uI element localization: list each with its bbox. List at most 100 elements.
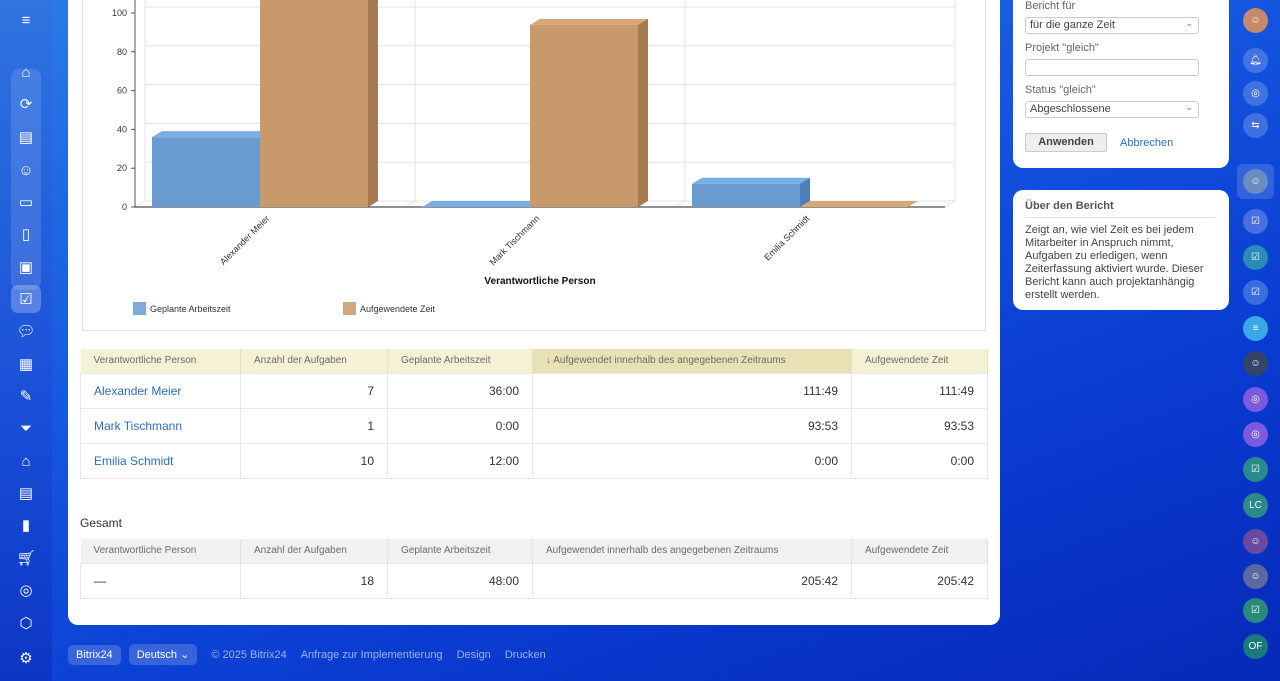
apply-button[interactable]: Anwenden: [1025, 133, 1107, 152]
user-avatar[interactable]: ☺: [1243, 8, 1268, 33]
y-tick-label: 100: [112, 8, 127, 18]
total-title: Gesamt: [80, 516, 123, 530]
contacts-icon[interactable]: ☺: [13, 157, 39, 183]
task-chat-icon[interactable]: ☑: [1243, 457, 1268, 482]
cart-icon[interactable]: 🛒︎: [13, 545, 39, 571]
col-header-person: Verantwortliche Person: [80, 539, 241, 563]
task-chat-icon[interactable]: ☑: [1243, 209, 1268, 234]
report-for-value: für die ganze Zeit: [1030, 19, 1115, 31]
bar-top-0: [692, 177, 810, 184]
home-icon[interactable]: ⌂: [13, 59, 39, 85]
docs-icon[interactable]: ▯: [13, 221, 39, 247]
total-count: 18: [240, 562, 388, 599]
col-header-spent-period[interactable]: ↓ Aufgewendet innerhalb des angegebenen …: [532, 349, 852, 373]
card-icon[interactable]: ▤: [13, 480, 39, 506]
settings-icon[interactable]: ⚙: [13, 645, 39, 671]
cell-spent: 93:53: [851, 407, 988, 444]
col-header-spent[interactable]: Aufgewendete Zeit: [851, 349, 988, 373]
analytics-icon[interactable]: ▮: [13, 512, 39, 538]
sign-icon[interactable]: ✎: [13, 383, 39, 409]
x-axis-title: Verantwortliche Person: [484, 276, 595, 287]
table-row: Emilia Schmidt 10 12:00 0:00 0:00: [80, 442, 988, 479]
task-chat-icon[interactable]: ☑: [1243, 245, 1268, 270]
bar-1: [260, 0, 368, 207]
bar-side-1: [638, 18, 648, 207]
report-for-select[interactable]: für die ganze Zeit ⌄: [1025, 17, 1199, 34]
status-select[interactable]: Abgeschlossene ⌄: [1025, 101, 1199, 118]
language-label: Deutsch: [136, 649, 178, 661]
bar-0: [152, 137, 260, 207]
cancel-link[interactable]: Abbrechen: [1120, 137, 1173, 149]
person-link[interactable]: Alexander Meier: [94, 384, 181, 398]
message-icon[interactable]: ≡: [1243, 316, 1268, 341]
bar-1: [530, 24, 638, 207]
y-tick-label: 0: [122, 202, 127, 212]
legend-swatch: [343, 302, 356, 315]
total-row: — 18 48:00 205:42 205:42: [80, 562, 988, 599]
cell-spent-period: 93:53: [532, 407, 852, 444]
contact-avatar[interactable]: ☺: [1243, 529, 1268, 554]
total-spent: 205:42: [851, 562, 988, 599]
project-input[interactable]: [1025, 59, 1199, 76]
report-for-label: Bericht für: [1025, 0, 1076, 12]
board-icon[interactable]: ▣: [13, 254, 39, 280]
person-link[interactable]: Mark Tischmann: [94, 419, 182, 433]
bar-top-0: [422, 201, 540, 207]
cell-planned: 12:00: [387, 442, 533, 479]
legend-swatch: [133, 302, 146, 315]
contact-avatar[interactable]: ☺: [1243, 351, 1268, 376]
warehouse-icon[interactable]: ⌂: [13, 448, 39, 474]
of-avatar[interactable]: OF: [1243, 634, 1268, 659]
language-selector[interactable]: Deutsch ⌄: [128, 644, 198, 665]
cell-planned: 0:00: [387, 407, 533, 444]
report-content: 0 20 40 60 80 100 Alexander Meier Mark Tischman…: [68, 0, 1000, 625]
total-person: —: [80, 562, 241, 599]
chart-panel: 0 20 40 60 80 100 Alexander Meier Mark Tischman…: [82, 0, 986, 331]
bell-icon[interactable]: 🔔︎: [1243, 48, 1268, 73]
grid-line: [134, 200, 146, 208]
legend-label: Aufgewendete Zeit: [360, 304, 436, 314]
feed-icon[interactable]: ⟳: [13, 91, 39, 117]
col-header-count[interactable]: Anzahl der Aufgaben: [240, 349, 388, 373]
target-icon[interactable]: ◎: [13, 577, 39, 603]
footer-link-implementation[interactable]: Anfrage zur Implementierung: [301, 649, 443, 661]
y-tick-label: 20: [117, 163, 127, 173]
menu-icon[interactable]: ≡: [13, 7, 39, 33]
status-value: Abgeschlossene: [1030, 103, 1111, 115]
x-tick-label: Alexander Meier: [218, 213, 271, 266]
news-icon[interactable]: ▤: [13, 124, 39, 150]
about-title: Über den Bericht: [1025, 200, 1217, 218]
cell-count: 7: [240, 372, 388, 409]
calendar-icon[interactable]: ▦: [13, 351, 39, 377]
person-link[interactable]: Emilia Schmidt: [94, 454, 173, 468]
group-avatar[interactable]: ☺: [1243, 564, 1268, 589]
task-chat-icon[interactable]: ☑: [1243, 598, 1268, 623]
chevron-down-icon: ⌄: [1185, 102, 1193, 112]
report-table: Verantwortliche Person Anzahl der Aufgab…: [80, 349, 988, 479]
copilot-chat-icon[interactable]: ◎: [1243, 387, 1268, 412]
footer-link-design[interactable]: Design: [457, 649, 491, 661]
cell-count: 1: [240, 407, 388, 444]
tasks-icon[interactable]: ☑: [13, 286, 39, 312]
task-chat-icon[interactable]: ☑: [1243, 280, 1268, 305]
col-header-planned[interactable]: Geplante Arbeitszeit: [387, 349, 533, 373]
chat-sync-icon[interactable]: ⇆: [1243, 113, 1268, 138]
bar-top-1: [530, 18, 648, 25]
crm-icon[interactable]: ▭: [13, 189, 39, 215]
legend-label: Geplante Arbeitszeit: [150, 304, 231, 314]
cell-spent: 111:49: [851, 372, 988, 409]
contact-avatar[interactable]: ☺: [1243, 169, 1268, 194]
lc-avatar[interactable]: LC: [1243, 493, 1268, 518]
copilot-chat-icon[interactable]: ◎: [1243, 422, 1268, 447]
package-icon[interactable]: ⬡: [13, 610, 39, 636]
left-sidebar: ≡ ⌂ ⟳ ▤ ☺ ▭ ▯ ▣ ☑ 💬︎ ▦ ✎ ⏷ ⌂ ▤ ▮ 🛒︎ ◎ ⬡ ⚙: [0, 0, 52, 681]
copilot-icon[interactable]: ◎: [1243, 81, 1268, 106]
brand-button[interactable]: Bitrix24: [68, 644, 121, 665]
col-header-person[interactable]: Verantwortliche Person: [80, 349, 241, 373]
footer-link-print[interactable]: Drucken: [505, 649, 546, 661]
cell-spent-period: 0:00: [532, 442, 852, 479]
bar-0: [692, 183, 800, 207]
funnel-icon[interactable]: ⏷: [13, 415, 39, 441]
chat-icon[interactable]: 💬︎: [13, 318, 39, 344]
footer: Bitrix24 Deutsch ⌄ © 2025 Bitrix24 Anfra…: [68, 644, 546, 665]
